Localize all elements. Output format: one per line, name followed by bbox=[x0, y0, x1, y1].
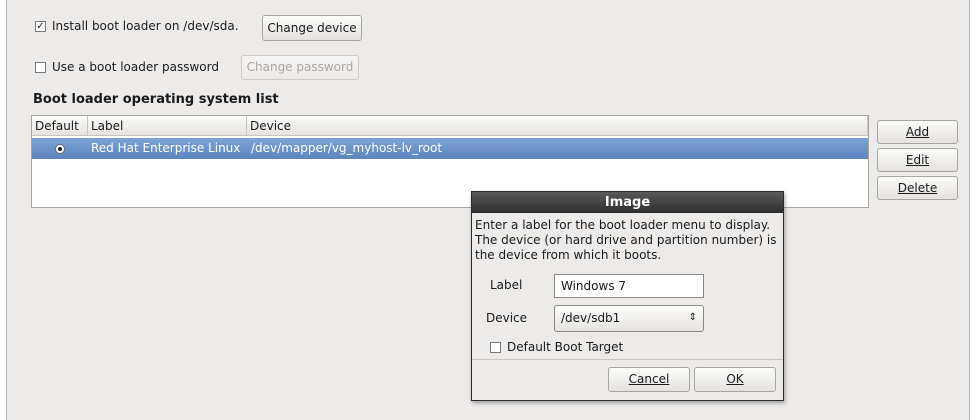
column-header-default[interactable]: Default bbox=[32, 116, 88, 136]
default-boot-target-label: Default Boot Target bbox=[507, 340, 624, 354]
dialog-separator bbox=[472, 359, 783, 360]
bootloader-password-checkbox[interactable] bbox=[35, 62, 46, 73]
default-boot-target-checkbox[interactable] bbox=[490, 342, 501, 353]
add-button-label: Add bbox=[905, 125, 930, 139]
table-row[interactable]: Red Hat Enterprise Linux /dev/mapper/vg_… bbox=[32, 138, 868, 159]
default-radio[interactable] bbox=[55, 144, 65, 154]
install-bootloader-checkbox[interactable]: ✓ bbox=[35, 21, 46, 32]
dialog-description: Enter a label for the boot loader menu t… bbox=[475, 218, 777, 262]
dialog-title[interactable]: Image bbox=[472, 192, 783, 213]
install-bootloader-label: Install boot loader on /dev/sda. bbox=[52, 19, 239, 33]
cancel-button[interactable]: Cancel bbox=[608, 367, 690, 392]
add-button[interactable]: Add bbox=[877, 120, 958, 144]
change-device-button[interactable]: Change device bbox=[262, 15, 362, 41]
delete-button[interactable]: Delete bbox=[877, 176, 958, 200]
label-caption: Label bbox=[490, 278, 523, 292]
os-device-cell: /dev/mapper/vg_myhost-lv_root bbox=[251, 141, 443, 155]
ok-button[interactable]: OK bbox=[694, 367, 776, 392]
column-header-device[interactable]: Device bbox=[247, 116, 868, 136]
edit-button-label: Edit bbox=[905, 153, 930, 167]
device-caption: Device bbox=[486, 311, 528, 325]
cancel-button-label: Cancel bbox=[628, 372, 670, 386]
delete-button-label: Delete bbox=[897, 181, 938, 195]
bootloader-panel: ✓ Install boot loader on /dev/sda. Chang… bbox=[6, 0, 970, 420]
label-input[interactable]: Windows 7 bbox=[554, 274, 704, 298]
column-header-label[interactable]: Label bbox=[88, 116, 247, 136]
bootloader-password-label: Use a boot loader password bbox=[52, 60, 219, 74]
device-select[interactable]: /dev/sdb1 ⇕ bbox=[554, 305, 704, 332]
change-password-button[interactable]: Change password bbox=[241, 55, 359, 80]
edit-button[interactable]: Edit bbox=[877, 148, 958, 172]
os-label-cell: Red Hat Enterprise Linux bbox=[91, 141, 241, 155]
updown-chevron-icon: ⇕ bbox=[688, 312, 697, 323]
ok-button-label: OK bbox=[726, 372, 744, 386]
image-dialog: Image Enter a label for the boot loader … bbox=[471, 191, 784, 401]
device-select-value: /dev/sdb1 bbox=[561, 311, 621, 325]
os-list-heading: Boot loader operating system list bbox=[33, 92, 279, 107]
